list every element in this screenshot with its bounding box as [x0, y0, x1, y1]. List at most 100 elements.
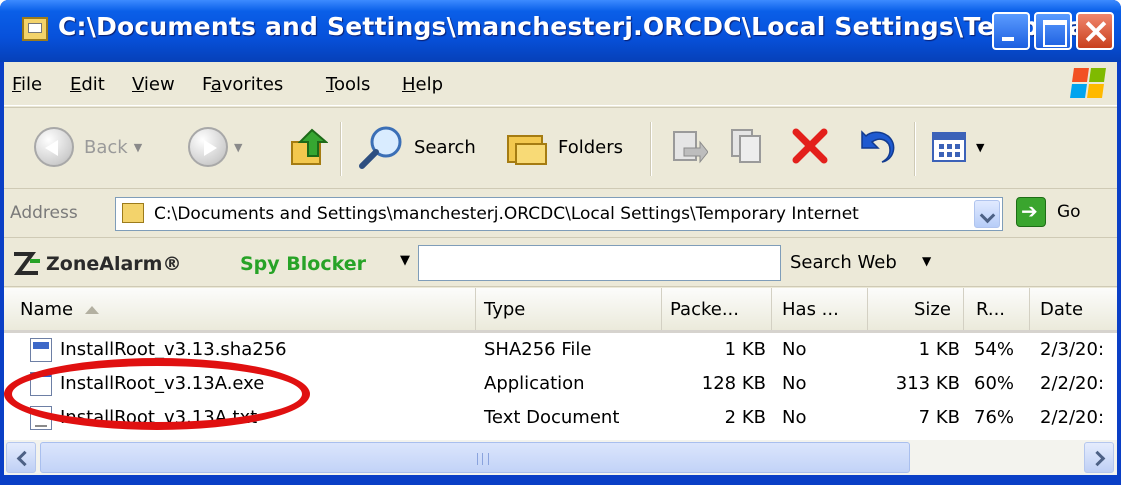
file-type: Text Document	[484, 407, 620, 428]
file-type: Application	[484, 373, 585, 394]
chevron-down-icon: ▼	[133, 140, 143, 154]
forward-button[interactable]: ▼	[188, 124, 242, 170]
search-icon	[359, 126, 402, 169]
file-has: No	[782, 339, 807, 360]
views-icon	[932, 132, 966, 162]
file-ratio: 60%	[974, 373, 1015, 394]
grip-icon	[477, 453, 489, 465]
file-date: 2/3/20:	[1040, 339, 1105, 360]
file-name: InstallRoot_v3.13A.txt	[60, 407, 258, 428]
column-header-ratio[interactable]: R...	[964, 288, 1030, 330]
folder-icon	[122, 203, 144, 223]
column-header-date[interactable]: Date	[1030, 288, 1117, 330]
delete-button[interactable]	[790, 124, 830, 170]
sha-file-icon	[30, 338, 52, 362]
folders-button[interactable]: Folders	[504, 124, 623, 170]
scroll-left-button[interactable]	[6, 442, 36, 473]
search-label: Search	[414, 136, 476, 158]
zonealarm-toolbar: ZoneAlarm® Spy Blocker ▼ Search Web ▼	[4, 239, 1117, 287]
scroll-right-button[interactable]	[1084, 442, 1114, 473]
folder-icon	[22, 17, 48, 41]
column-header-name[interactable]: Name	[4, 288, 476, 330]
file-has: No	[782, 407, 807, 428]
undo-button[interactable]	[854, 124, 898, 170]
close-button[interactable]	[1076, 12, 1114, 50]
column-header-has[interactable]: Has ...	[772, 288, 868, 330]
file-ratio: 54%	[974, 339, 1015, 360]
copy-to-icon	[731, 129, 761, 163]
go-arrow-icon[interactable]	[1016, 197, 1046, 227]
table-row[interactable]: InstallRoot_v3.13.sha256 SHA256 File 1 K…	[4, 334, 1117, 368]
up-folder-icon	[291, 128, 328, 165]
file-date: 2/2/20:	[1040, 407, 1105, 428]
file-packed: 2 KB	[724, 407, 766, 428]
search-button[interactable]: Search	[356, 124, 476, 170]
zonealarm-brand: ZoneAlarm®	[46, 253, 182, 275]
address-value: C:\Documents and Settings\manchesterj.OR…	[154, 204, 859, 224]
file-packed: 128 KB	[701, 373, 766, 394]
menu-view[interactable]: View	[132, 74, 175, 95]
zonealarm-logo-icon	[14, 252, 40, 275]
search-web-button[interactable]: Search Web	[790, 252, 897, 273]
copy-to-button[interactable]	[728, 124, 768, 170]
file-name: InstallRoot_v3.13.sha256	[60, 339, 287, 360]
move-to-button[interactable]	[668, 124, 708, 170]
menu-file[interactable]: File	[12, 74, 42, 95]
minimize-button[interactable]	[992, 12, 1030, 50]
chevron-down-icon[interactable]: ▼	[922, 254, 931, 268]
file-ratio: 76%	[974, 407, 1015, 428]
explorer-window: C:\Documents and Settings\manchesterj.OR…	[0, 0, 1121, 485]
scrollbar-thumb[interactable]	[40, 442, 910, 473]
file-date: 2/2/20:	[1040, 373, 1105, 394]
toolbar-separator	[650, 122, 652, 176]
move-to-icon	[673, 131, 708, 164]
undo-icon	[861, 130, 895, 163]
horizontal-scrollbar[interactable]	[4, 440, 1117, 475]
standard-toolbar: Back ▼ ▼ Search Folders ▼	[4, 107, 1117, 189]
up-folder-button[interactable]	[288, 124, 328, 170]
menu-favorites[interactable]: Favorites	[202, 74, 283, 95]
menu-edit[interactable]: Edit	[70, 74, 105, 95]
chevron-down-icon: ▼	[976, 140, 985, 154]
toolbar-separator	[340, 122, 342, 176]
folders-label: Folders	[558, 136, 624, 158]
file-size: 1 KB	[918, 339, 960, 360]
menu-bar: File Edit View Favorites Tools Help	[4, 62, 1117, 106]
address-dropdown-button[interactable]	[974, 200, 1000, 228]
exe-file-icon	[30, 372, 52, 396]
table-row[interactable]: InstallRoot_v3.13A.exe Application 128 K…	[4, 368, 1117, 402]
file-size: 313 KB	[895, 373, 960, 394]
file-list: Name Type Packe... Has ... Size R... Dat…	[4, 288, 1117, 440]
back-arrow-icon	[34, 127, 74, 167]
toolbar-separator	[914, 122, 916, 176]
file-packed: 1 KB	[724, 339, 766, 360]
maximize-button[interactable]	[1034, 12, 1072, 50]
go-button[interactable]: Go	[1057, 202, 1081, 222]
address-input[interactable]: C:\Documents and Settings\manchesterj.OR…	[115, 197, 1003, 231]
column-header-type[interactable]: Type	[476, 288, 662, 330]
column-header-packed[interactable]: Packe...	[662, 288, 772, 330]
zonealarm-search-input[interactable]	[418, 245, 781, 281]
text-file-icon	[30, 406, 52, 430]
window-title: C:\Documents and Settings\manchesterj.OR…	[58, 12, 1115, 41]
chevron-down-icon: ▼	[234, 140, 243, 154]
views-button[interactable]: ▼	[930, 124, 984, 170]
folders-icon	[507, 135, 547, 165]
back-label: Back	[84, 136, 128, 158]
column-header-size[interactable]: Size	[868, 288, 964, 330]
file-size: 7 KB	[918, 407, 960, 428]
menu-tools[interactable]: Tools	[326, 74, 370, 95]
forward-arrow-icon	[188, 127, 228, 167]
table-row[interactable]: InstallRoot_v3.13A.txt Text Document 2 K…	[4, 402, 1117, 436]
sort-ascending-icon	[85, 306, 100, 314]
file-name: InstallRoot_v3.13A.exe	[60, 373, 265, 394]
file-type: SHA256 File	[484, 339, 592, 360]
back-button[interactable]: Back ▼	[34, 124, 142, 170]
window-client: File Edit View Favorites Tools Help Back…	[4, 62, 1117, 485]
menu-help[interactable]: Help	[402, 74, 443, 95]
windows-logo-icon	[1070, 66, 1106, 100]
address-bar: Address C:\Documents and Settings\manche…	[4, 190, 1117, 238]
delete-icon	[792, 128, 828, 164]
chevron-down-icon[interactable]: ▼	[400, 253, 410, 268]
title-bar[interactable]: C:\Documents and Settings\manchesterj.OR…	[0, 0, 1121, 62]
